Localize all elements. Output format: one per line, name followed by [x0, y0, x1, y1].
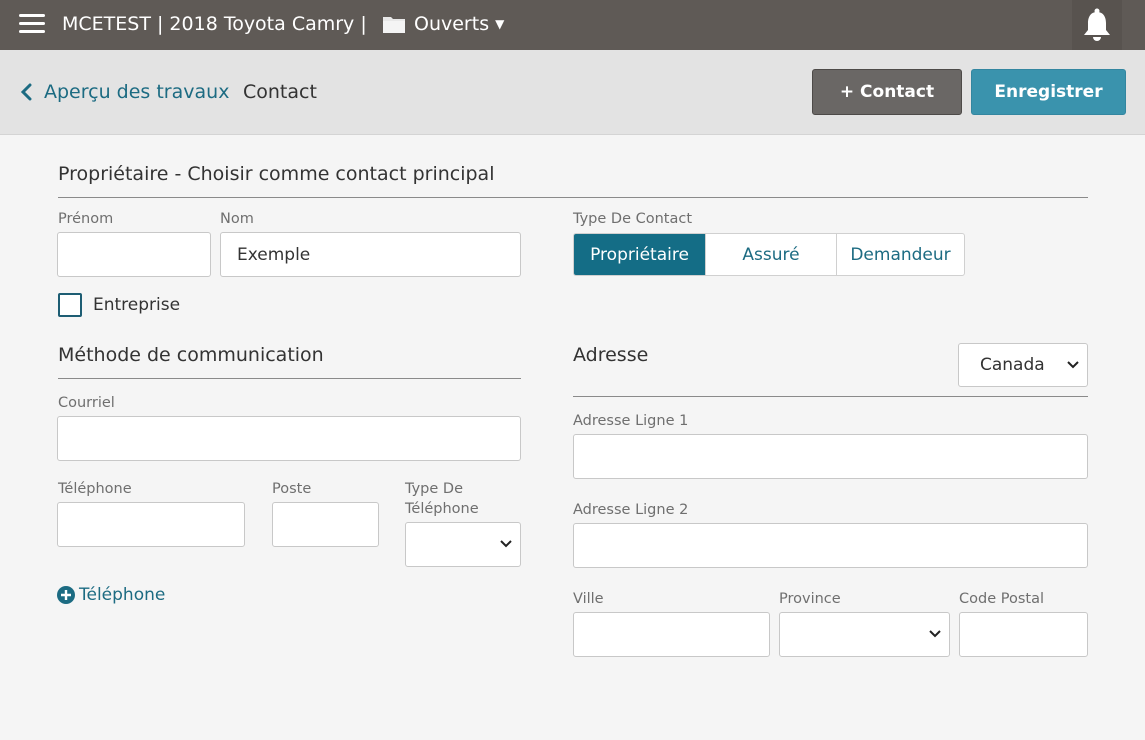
- folder-status-label: Ouverts: [414, 13, 490, 35]
- first-name-label: Prénom: [58, 211, 114, 227]
- add-contact-button[interactable]: + Contact: [812, 69, 962, 115]
- city-input[interactable]: [573, 612, 770, 657]
- folder-status-dropdown[interactable]: Ouverts ▼: [382, 13, 504, 35]
- chevron-down-icon: [1067, 361, 1079, 369]
- phone-input[interactable]: [57, 502, 245, 547]
- province-label: Province: [779, 591, 841, 607]
- phone-type-label: Type De Téléphone: [405, 481, 479, 517]
- hamburger-menu-icon[interactable]: [19, 14, 45, 36]
- address-line2-label: Adresse Ligne 2: [573, 502, 689, 518]
- add-phone-link[interactable]: Téléphone: [57, 585, 165, 605]
- phone-label: Téléphone: [58, 481, 132, 497]
- company-checkbox[interactable]: [58, 293, 82, 317]
- communication-section-divider: [58, 378, 521, 379]
- address-line2-input[interactable]: [573, 523, 1088, 568]
- communication-section-title: Méthode de communication: [58, 344, 324, 366]
- contact-type-claimant[interactable]: Demandeur: [836, 234, 964, 275]
- first-name-input[interactable]: [57, 232, 211, 277]
- email-label: Courriel: [58, 395, 115, 411]
- country-select-value: Canada: [980, 355, 1045, 375]
- address-section-title: Adresse: [573, 344, 649, 366]
- caret-down-icon: ▼: [495, 17, 505, 31]
- app-title: MCETEST | 2018 Toyota Camry |: [62, 13, 367, 35]
- address-section-divider: [573, 396, 1088, 397]
- chevron-down-icon: [929, 630, 941, 638]
- contact-type-owner[interactable]: Propriétaire: [574, 234, 705, 275]
- contact-type-label: Type De Contact: [573, 211, 693, 227]
- extension-input[interactable]: [272, 502, 379, 547]
- top-bar: MCETEST | 2018 Toyota Camry | Ouverts ▼: [0, 0, 1145, 50]
- save-button[interactable]: Enregistrer: [971, 69, 1126, 115]
- last-name-input[interactable]: Exemple: [220, 232, 521, 277]
- add-phone-label: Téléphone: [79, 585, 166, 605]
- company-checkbox-label: Entreprise: [93, 295, 181, 315]
- province-select[interactable]: [779, 612, 950, 657]
- owner-section-title: Propriétaire - Choisir comme contact pri…: [58, 163, 495, 185]
- extension-label: Poste: [272, 481, 312, 497]
- breadcrumb-bar: Aperçu des travaux Contact + Contact Enr…: [0, 50, 1145, 135]
- last-name-label: Nom: [220, 211, 254, 227]
- email-input[interactable]: [57, 416, 521, 461]
- owner-section-divider: [58, 197, 1088, 198]
- back-link-label: Aperçu des travaux: [44, 81, 230, 103]
- postal-code-label: Code Postal: [959, 591, 1044, 607]
- chevron-down-icon: [500, 540, 512, 548]
- address-line1-input[interactable]: [573, 434, 1088, 479]
- phone-type-select[interactable]: [405, 522, 521, 567]
- country-select[interactable]: Canada: [958, 343, 1088, 387]
- notifications-button[interactable]: [1072, 0, 1122, 50]
- address-line1-label: Adresse Ligne 1: [573, 413, 689, 429]
- city-label: Ville: [573, 591, 604, 607]
- breadcrumb-current: Contact: [243, 81, 317, 103]
- postal-code-input[interactable]: [959, 612, 1088, 657]
- contact-type-insured[interactable]: Assuré: [705, 234, 836, 275]
- chevron-left-icon: [20, 83, 32, 101]
- back-link[interactable]: Aperçu des travaux: [20, 81, 229, 103]
- plus-circle-icon: [57, 586, 75, 604]
- folder-icon: [383, 17, 405, 33]
- bell-icon: [1084, 8, 1110, 41]
- contact-type-segmented-control: Propriétaire Assuré Demandeur: [573, 233, 965, 276]
